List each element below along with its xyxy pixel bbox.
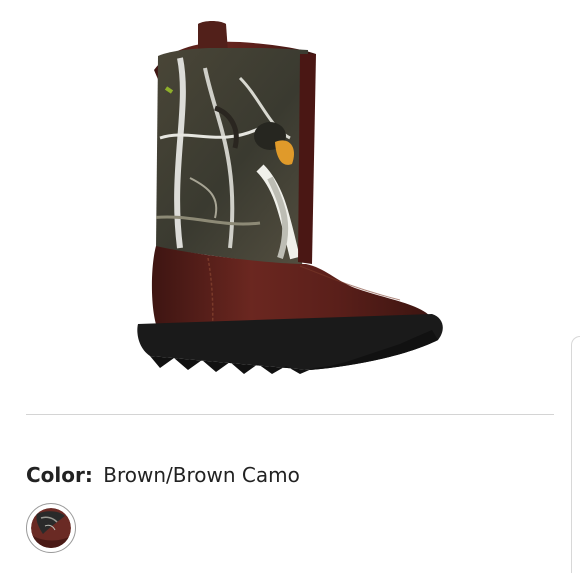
color-value: Brown/Brown Camo <box>103 463 300 487</box>
brown-camo-swatch[interactable] <box>26 503 76 553</box>
color-selection-heading: Color: Brown/Brown Camo <box>26 462 300 488</box>
color-label: Color: <box>26 463 93 487</box>
boot-product-image <box>137 21 443 374</box>
scroll-edge[interactable] <box>571 336 580 573</box>
boot-thumbnail-icon <box>31 508 71 548</box>
section-divider <box>26 414 554 415</box>
